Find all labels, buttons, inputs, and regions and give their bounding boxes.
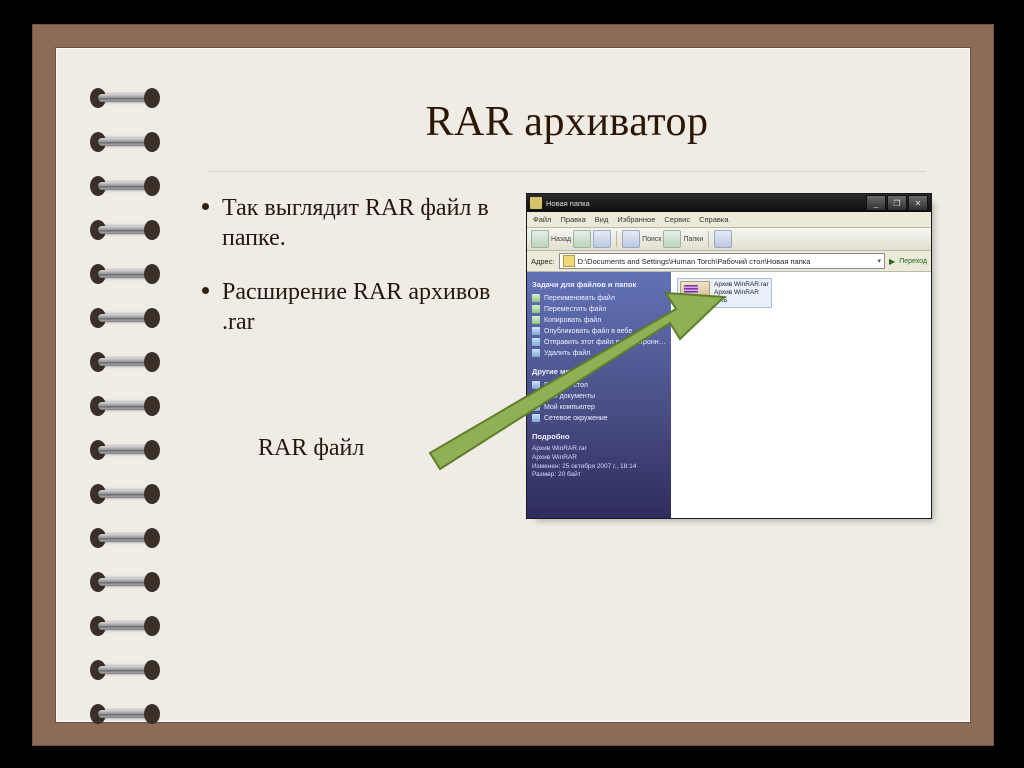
go-icon[interactable]: ▶ — [889, 257, 895, 266]
go-label[interactable]: Переход — [899, 258, 927, 265]
views-icon[interactable] — [714, 230, 732, 248]
folders-icon[interactable] — [663, 230, 681, 248]
search-icon[interactable] — [622, 230, 640, 248]
forward-icon[interactable] — [573, 230, 591, 248]
toolbar: Назад Поиск Папки — [527, 228, 931, 251]
up-icon[interactable] — [593, 230, 611, 248]
back-icon[interactable] — [531, 230, 549, 248]
close-button[interactable]: ✕ — [908, 195, 928, 211]
folder-icon — [530, 197, 542, 209]
back-label[interactable]: Назад — [551, 236, 571, 243]
chevron-down-icon[interactable]: ▾ — [878, 257, 882, 265]
title-divider — [208, 170, 926, 171]
window-title: Новая папка — [546, 199, 590, 208]
address-path: D:\Documents and Settings\Human Torch\Ра… — [578, 257, 811, 266]
folders-label[interactable]: Папки — [683, 236, 703, 243]
menu-fav[interactable]: Избранное — [617, 215, 655, 224]
address-bar: Адрес: D:\Documents and Settings\Human T… — [527, 251, 931, 272]
menu-view[interactable]: Вид — [595, 215, 609, 224]
menu-service[interactable]: Сервис — [664, 215, 690, 224]
spiral-binding — [92, 88, 158, 724]
bullet-item: Так выглядит RAR файл в папке. — [202, 193, 502, 253]
menu-help[interactable]: Справка — [699, 215, 728, 224]
slide-surface: RAR архиватор Так выглядит RAR файл в па… — [55, 47, 971, 723]
menu-bar: Файл Правка Вид Избранное Сервис Справка — [527, 212, 931, 228]
slide-content: RAR архиватор Так выглядит RAR файл в па… — [170, 48, 970, 722]
menu-edit[interactable]: Правка — [560, 215, 585, 224]
folder-icon — [563, 255, 575, 267]
address-label: Адрес: — [531, 257, 555, 266]
address-input[interactable]: D:\Documents and Settings\Human Torch\Ра… — [559, 253, 885, 269]
search-label[interactable]: Поиск — [642, 236, 661, 243]
pointer-arrow — [400, 283, 730, 503]
maximize-button[interactable]: ❐ — [887, 195, 907, 211]
slide-frame: RAR архиватор Так выглядит RAR файл в па… — [32, 24, 994, 746]
slide-title: RAR архиватор — [202, 98, 932, 146]
menu-file[interactable]: Файл — [533, 215, 551, 224]
screenshot-container: Новая папка _ ❐ ✕ Файл Правка Вид Избран… — [526, 193, 932, 519]
minimize-button[interactable]: _ — [866, 195, 886, 211]
window-titlebar[interactable]: Новая папка _ ❐ ✕ — [527, 194, 931, 212]
